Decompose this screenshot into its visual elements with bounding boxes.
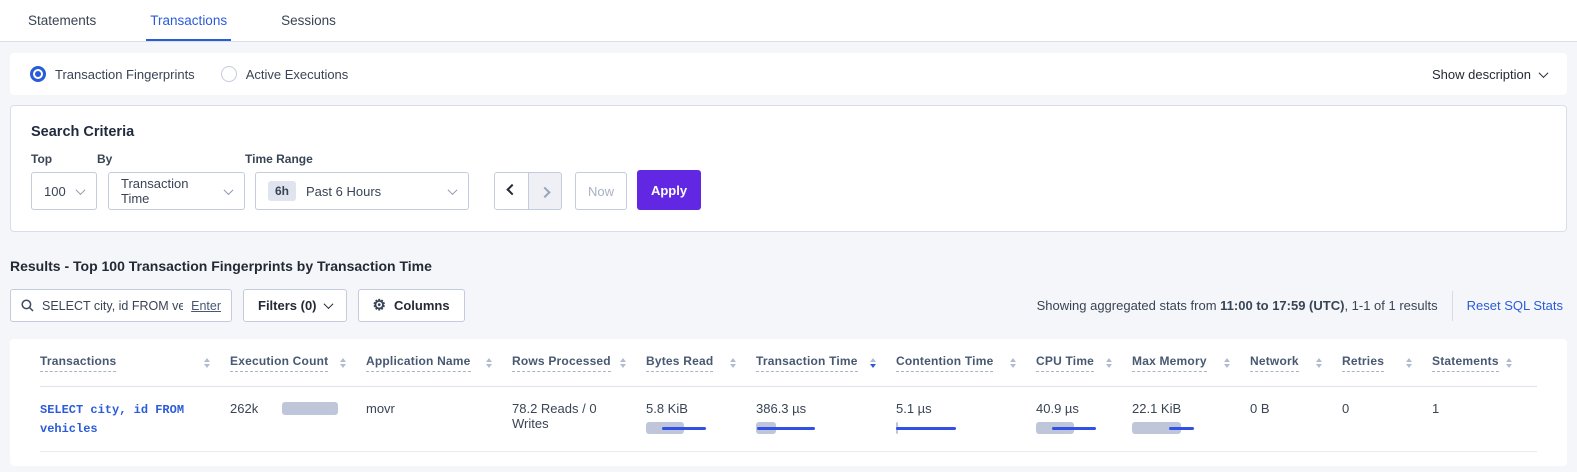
rows-processed-cell: 78.2 Reads / 0 Writes: [512, 401, 646, 431]
top-field: Top 100: [31, 152, 97, 210]
sort-icon[interactable]: [486, 358, 492, 368]
results-table-card: Transactions Execution Count Application…: [10, 339, 1567, 466]
col-execution-count[interactable]: Execution Count: [230, 354, 366, 372]
sort-icon[interactable]: [620, 358, 626, 368]
statements-cell: 1: [1432, 401, 1532, 416]
radio-unselected-icon: [221, 66, 237, 82]
view-toggle-bar: Transaction Fingerprints Active Executio…: [10, 53, 1567, 95]
transaction-time-bar: [756, 422, 818, 434]
bytes-read-cell: 5.8 KiB: [646, 401, 744, 434]
search-input[interactable]: SELECT city, id FROM vehicles W Enter: [10, 289, 232, 322]
col-statements[interactable]: Statements: [1432, 354, 1532, 372]
columns-button[interactable]: ⚙ Columns: [358, 289, 465, 322]
chevron-left-icon: [506, 184, 517, 195]
max-memory-cell: 22.1 KiB: [1132, 401, 1238, 434]
radio-active-executions[interactable]: Active Executions: [221, 66, 349, 82]
radio-label: Active Executions: [246, 67, 349, 82]
tab-sessions[interactable]: Sessions: [277, 1, 340, 41]
enter-hint[interactable]: Enter: [191, 299, 221, 313]
results-title: Results - Top 100 Transaction Fingerprin…: [10, 258, 1567, 274]
time-range-field: Time Range 6h Past 6 Hours: [245, 152, 469, 210]
show-description-toggle[interactable]: Show description: [1432, 67, 1547, 82]
chevron-down-icon: [76, 185, 86, 195]
filters-label: Filters (0): [258, 298, 317, 313]
sort-icon[interactable]: [1506, 358, 1512, 368]
chevron-down-icon: [448, 185, 458, 195]
chevron-down-icon: [323, 299, 333, 309]
col-transaction-time[interactable]: Transaction Time: [756, 354, 896, 372]
col-cpu-time[interactable]: CPU Time: [1036, 354, 1132, 372]
cpu-time-bar: [1036, 422, 1098, 434]
application-name-cell: movr: [366, 401, 512, 416]
time-range-value: Past 6 Hours: [306, 184, 381, 199]
previous-range-button[interactable]: [495, 173, 528, 209]
col-application-name[interactable]: Application Name: [366, 354, 512, 372]
time-range-select[interactable]: 6h Past 6 Hours: [255, 172, 469, 210]
transaction-time-cell: 386.3 µs: [756, 401, 884, 434]
search-input-value: SELECT city, id FROM vehicles W: [42, 299, 183, 313]
time-nav-group: [494, 172, 562, 210]
columns-label: Columns: [394, 298, 450, 313]
sort-icon[interactable]: [1106, 358, 1112, 368]
reset-sql-stats-link[interactable]: Reset SQL Stats: [1467, 298, 1563, 313]
sort-icon[interactable]: [204, 358, 210, 368]
chevron-right-icon: [539, 187, 550, 198]
top-select[interactable]: 100: [31, 172, 97, 210]
sort-icon[interactable]: [870, 358, 876, 368]
by-label: By: [97, 152, 245, 166]
tab-transactions[interactable]: Transactions: [146, 1, 231, 41]
sort-icon[interactable]: [1010, 358, 1016, 368]
gear-icon: ⚙: [373, 298, 386, 313]
radio-label: Transaction Fingerprints: [55, 67, 195, 82]
sort-icon[interactable]: [340, 358, 346, 368]
sort-icon[interactable]: [1224, 358, 1230, 368]
execution-count-cell: 262k: [230, 401, 354, 416]
by-select-value: Transaction Time: [121, 176, 215, 206]
top-select-value: 100: [44, 184, 66, 199]
sort-icon[interactable]: [730, 358, 736, 368]
chevron-down-icon: [224, 185, 234, 195]
sort-icon[interactable]: [1406, 358, 1412, 368]
top-label: Top: [31, 152, 97, 166]
by-field: By Transaction Time: [97, 152, 245, 210]
col-contention-time[interactable]: Contention Time: [896, 354, 1036, 372]
retries-cell: 0: [1342, 401, 1432, 416]
transaction-fingerprint-link[interactable]: SELECT city, id FROM vehicles: [40, 403, 184, 436]
table-header-row: Transactions Execution Count Application…: [40, 339, 1537, 387]
aggregated-stats-text: Showing aggregated stats from 11:00 to 1…: [1037, 298, 1438, 313]
time-range-badge: 6h: [268, 181, 296, 201]
results-controls-row: SELECT city, id FROM vehicles W Enter Fi…: [10, 289, 1567, 322]
time-range-label: Time Range: [245, 152, 469, 166]
search-criteria-card: Search Criteria Top 100 By Transaction T…: [10, 105, 1567, 232]
cpu-time-cell: 40.9 µs: [1036, 401, 1120, 434]
radio-transaction-fingerprints[interactable]: Transaction Fingerprints: [30, 66, 195, 82]
max-memory-bar: [1132, 422, 1194, 434]
col-rows-processed[interactable]: Rows Processed: [512, 354, 646, 372]
col-transactions[interactable]: Transactions: [40, 354, 230, 372]
contention-time-bar: [896, 422, 958, 434]
table-row: SELECT city, id FROM vehicles 262k movr …: [40, 387, 1537, 452]
sort-icon[interactable]: [1316, 358, 1322, 368]
filters-button[interactable]: Filters (0): [243, 289, 347, 322]
contention-time-cell: 5.1 µs: [896, 401, 1024, 434]
search-icon: [21, 299, 34, 312]
bytes-read-bar: [646, 422, 708, 434]
search-criteria-title: Search Criteria: [31, 124, 1546, 140]
col-bytes-read[interactable]: Bytes Read: [646, 354, 756, 372]
by-select[interactable]: Transaction Time: [108, 172, 245, 210]
chevron-down-icon: [1539, 68, 1549, 78]
network-cell: 0 B: [1250, 401, 1342, 416]
apply-button[interactable]: Apply: [637, 170, 701, 210]
col-max-memory[interactable]: Max Memory: [1132, 354, 1250, 372]
col-network[interactable]: Network: [1250, 354, 1342, 372]
tab-statements[interactable]: Statements: [24, 1, 100, 41]
execution-count-bar: [282, 402, 338, 415]
radio-selected-icon: [30, 66, 46, 82]
col-retries[interactable]: Retries: [1342, 354, 1432, 372]
next-range-button[interactable]: [528, 173, 561, 209]
now-button[interactable]: Now: [575, 172, 627, 210]
show-description-label: Show description: [1432, 67, 1531, 82]
divider: [1452, 291, 1453, 321]
top-tab-bar: Statements Transactions Sessions: [0, 0, 1577, 42]
